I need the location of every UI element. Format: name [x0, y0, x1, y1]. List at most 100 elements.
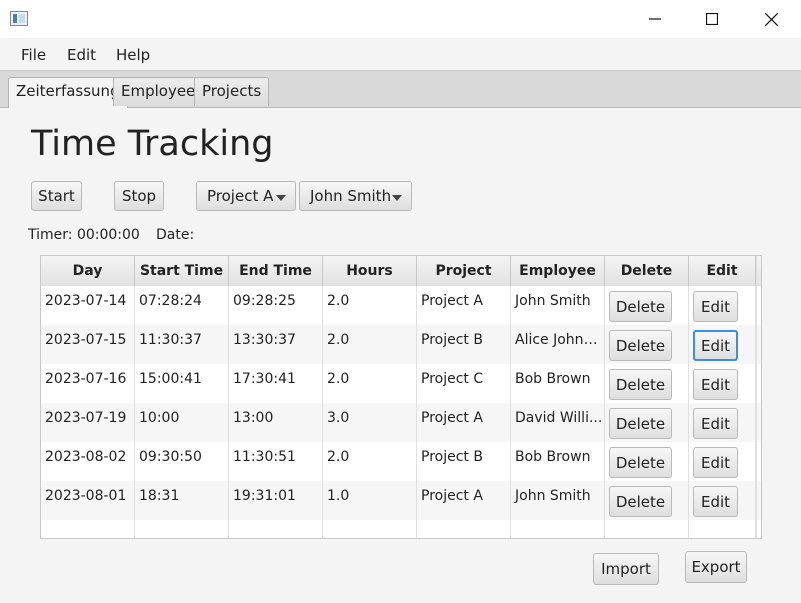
cell-hours: 3.0 — [323, 403, 417, 442]
project-dropdown[interactable]: Project A — [196, 181, 296, 211]
empty-cell — [605, 520, 689, 538]
empty-cell — [229, 520, 323, 538]
cell-employee: John Smith — [511, 286, 605, 325]
start-button[interactable]: Start — [31, 181, 82, 211]
cell-project: Project B — [417, 442, 511, 481]
table-row[interactable]: 2023-07-19 10:00 13:00 3.0 Project A David Wi… — [41, 403, 761, 442]
cell-start: 15:00:41 — [135, 364, 229, 403]
cell-end: 09:28:25 — [229, 286, 323, 325]
cell-end: 19:31:01 — [229, 481, 323, 520]
tab-zeiterfassung[interactable]: Zeiterfassung — [8, 77, 128, 108]
project-dropdown-value: Project A — [207, 187, 274, 205]
edit-row-button[interactable]: Edit — [693, 486, 738, 517]
cell-day: 2023-07-14 — [41, 286, 135, 325]
column-header-start-time[interactable]: Start Time — [135, 256, 229, 286]
cell-project: Project A — [417, 286, 511, 325]
menu-bar: File Edit Help — [0, 38, 801, 71]
cell-hours: 2.0 — [323, 442, 417, 481]
menu-edit[interactable]: Edit — [67, 46, 96, 64]
cell-employee: Alice Johns... — [511, 325, 605, 364]
cell-start: 10:00 — [135, 403, 229, 442]
cell-start: 18:31 — [135, 481, 229, 520]
edit-row-button[interactable]: Edit — [693, 408, 738, 439]
column-header-employee[interactable]: Employee — [511, 256, 605, 286]
tab-projects[interactable]: Projects — [194, 77, 270, 106]
table-row[interactable]: 2023-08-01 18:31 19:31:01 1.0 Project A John … — [41, 481, 761, 520]
menu-help[interactable]: Help — [116, 46, 150, 64]
column-header-day[interactable]: Day — [41, 256, 135, 286]
tab-employee[interactable]: Employee — [113, 77, 204, 106]
cell-hours: 1.0 — [323, 481, 417, 520]
cell-end: 11:30:51 — [229, 442, 323, 481]
cell-employee: Bob Brown — [511, 364, 605, 403]
cell-day: 2023-08-02 — [41, 442, 135, 481]
chevron-down-icon — [276, 195, 286, 201]
delete-row-button[interactable]: Delete — [609, 330, 672, 361]
time-entries-table: Day Start Time End Time Hours Project Em… — [40, 255, 762, 539]
cell-end: 13:30:37 — [229, 325, 323, 364]
empty-cell — [511, 520, 605, 538]
menu-file[interactable]: File — [21, 46, 46, 64]
cell-start: 09:30:50 — [135, 442, 229, 481]
cell-start: 11:30:37 — [135, 325, 229, 364]
delete-row-button[interactable]: Delete — [609, 486, 672, 517]
stop-button[interactable]: Stop — [114, 181, 164, 211]
delete-row-button[interactable]: Delete — [609, 291, 672, 322]
delete-row-button[interactable]: Delete — [609, 447, 672, 478]
maximize-icon[interactable] — [689, 0, 735, 38]
cell-hours: 2.0 — [323, 286, 417, 325]
cell-day: 2023-07-16 — [41, 364, 135, 403]
delete-row-button[interactable]: Delete — [609, 408, 672, 439]
title-bar — [0, 0, 801, 38]
empty-cell — [689, 520, 756, 538]
import-button[interactable]: Import — [593, 553, 659, 585]
cell-hours: 2.0 — [323, 325, 417, 364]
edit-row-button[interactable]: Edit — [693, 330, 738, 361]
timer-label: Timer: 00:00:00 — [28, 227, 140, 243]
cell-project: Project A — [417, 403, 511, 442]
column-divider — [756, 256, 757, 538]
cell-day: 2023-07-15 — [41, 325, 135, 364]
table-row[interactable]: 2023-07-16 15:00:41 17:30:41 2.0 Project C Bo… — [41, 364, 761, 403]
cell-employee: John Smith — [511, 481, 605, 520]
table-row[interactable]: 2023-08-02 09:30:50 11:30:51 2.0 Project B Bo… — [41, 442, 761, 481]
empty-row — [41, 520, 761, 538]
export-button[interactable]: Export — [685, 551, 747, 583]
cell-project: Project A — [417, 481, 511, 520]
empty-cell — [135, 520, 229, 538]
app-icon — [10, 11, 28, 26]
column-header-end-time[interactable]: End Time — [229, 256, 323, 286]
close-icon[interactable] — [748, 0, 794, 38]
chevron-down-icon — [392, 195, 402, 201]
cell-end: 13:00 — [229, 403, 323, 442]
column-header-delete[interactable]: Delete — [605, 256, 689, 286]
cell-project: Project C — [417, 364, 511, 403]
employee-dropdown-value: John Smith — [310, 187, 392, 205]
column-header-edit[interactable]: Edit — [689, 256, 756, 286]
tab-strip: Zeiterfassung Employee Projects — [0, 71, 801, 108]
employee-dropdown[interactable]: John Smith — [299, 181, 412, 211]
edit-row-button[interactable]: Edit — [693, 447, 738, 478]
cell-day: 2023-08-01 — [41, 481, 135, 520]
column-header-hours[interactable]: Hours — [323, 256, 417, 286]
column-header-project[interactable]: Project — [417, 256, 511, 286]
table-row[interactable]: 2023-07-14 07:28:24 09:28:25 2.0 Project A Jo… — [41, 286, 761, 325]
delete-row-button[interactable]: Delete — [609, 369, 672, 400]
cell-day: 2023-07-19 — [41, 403, 135, 442]
table-header: Day Start Time End Time Hours Project Em… — [41, 256, 761, 287]
empty-cell — [417, 520, 511, 538]
cell-end: 17:30:41 — [229, 364, 323, 403]
edit-row-button[interactable]: Edit — [693, 291, 738, 322]
minimize-icon[interactable] — [632, 0, 678, 38]
cell-hours: 2.0 — [323, 364, 417, 403]
edit-row-button[interactable]: Edit — [693, 369, 738, 400]
cell-project: Project B — [417, 325, 511, 364]
table-row[interactable]: 2023-07-15 11:30:37 13:30:37 2.0 Project B Al… — [41, 325, 761, 364]
empty-cell — [41, 520, 135, 538]
date-label: Date: — [156, 227, 195, 243]
page-title: Time Tracking — [31, 124, 274, 164]
cell-employee: David Willi... — [511, 403, 605, 442]
cell-start: 07:28:24 — [135, 286, 229, 325]
cell-employee: Bob Brown — [511, 442, 605, 481]
empty-cell — [323, 520, 417, 538]
